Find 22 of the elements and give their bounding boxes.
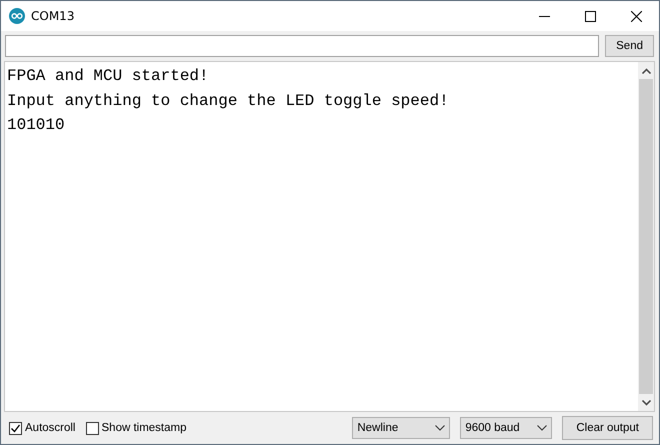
output-line: Input anything to change the LED toggle speed! — [7, 90, 450, 112]
check-icon — [10, 422, 21, 434]
chevron-icon — [435, 425, 446, 431]
dropdown[interactable]: 9600 baud — [460, 417, 552, 439]
scroll-up-icon[interactable] — [642, 68, 650, 74]
scroll-down-icon[interactable] — [642, 400, 650, 406]
app-logo-icon — [9, 8, 25, 24]
maximize-icon — [584, 10, 596, 22]
checkbox-label: Show timestamp — [102, 422, 187, 434]
clear-output-button[interactable]: Clear output — [562, 416, 653, 440]
checkbox[interactable] — [9, 422, 22, 434]
window-title: COM13 — [31, 9, 76, 23]
checkbox[interactable] — [86, 422, 98, 434]
output-line: FPGA and MCU started! — [7, 66, 210, 87]
scrollbar[interactable] — [638, 62, 654, 411]
dropdown[interactable]: Newline — [352, 417, 450, 439]
send-button[interactable]: Send — [605, 35, 654, 57]
checkbox-label: Autoscroll — [25, 422, 76, 434]
close-icon — [630, 10, 642, 22]
message-input[interactable] — [5, 35, 600, 57]
output-line: 101010 — [7, 115, 66, 136]
chevron-icon — [537, 425, 548, 431]
